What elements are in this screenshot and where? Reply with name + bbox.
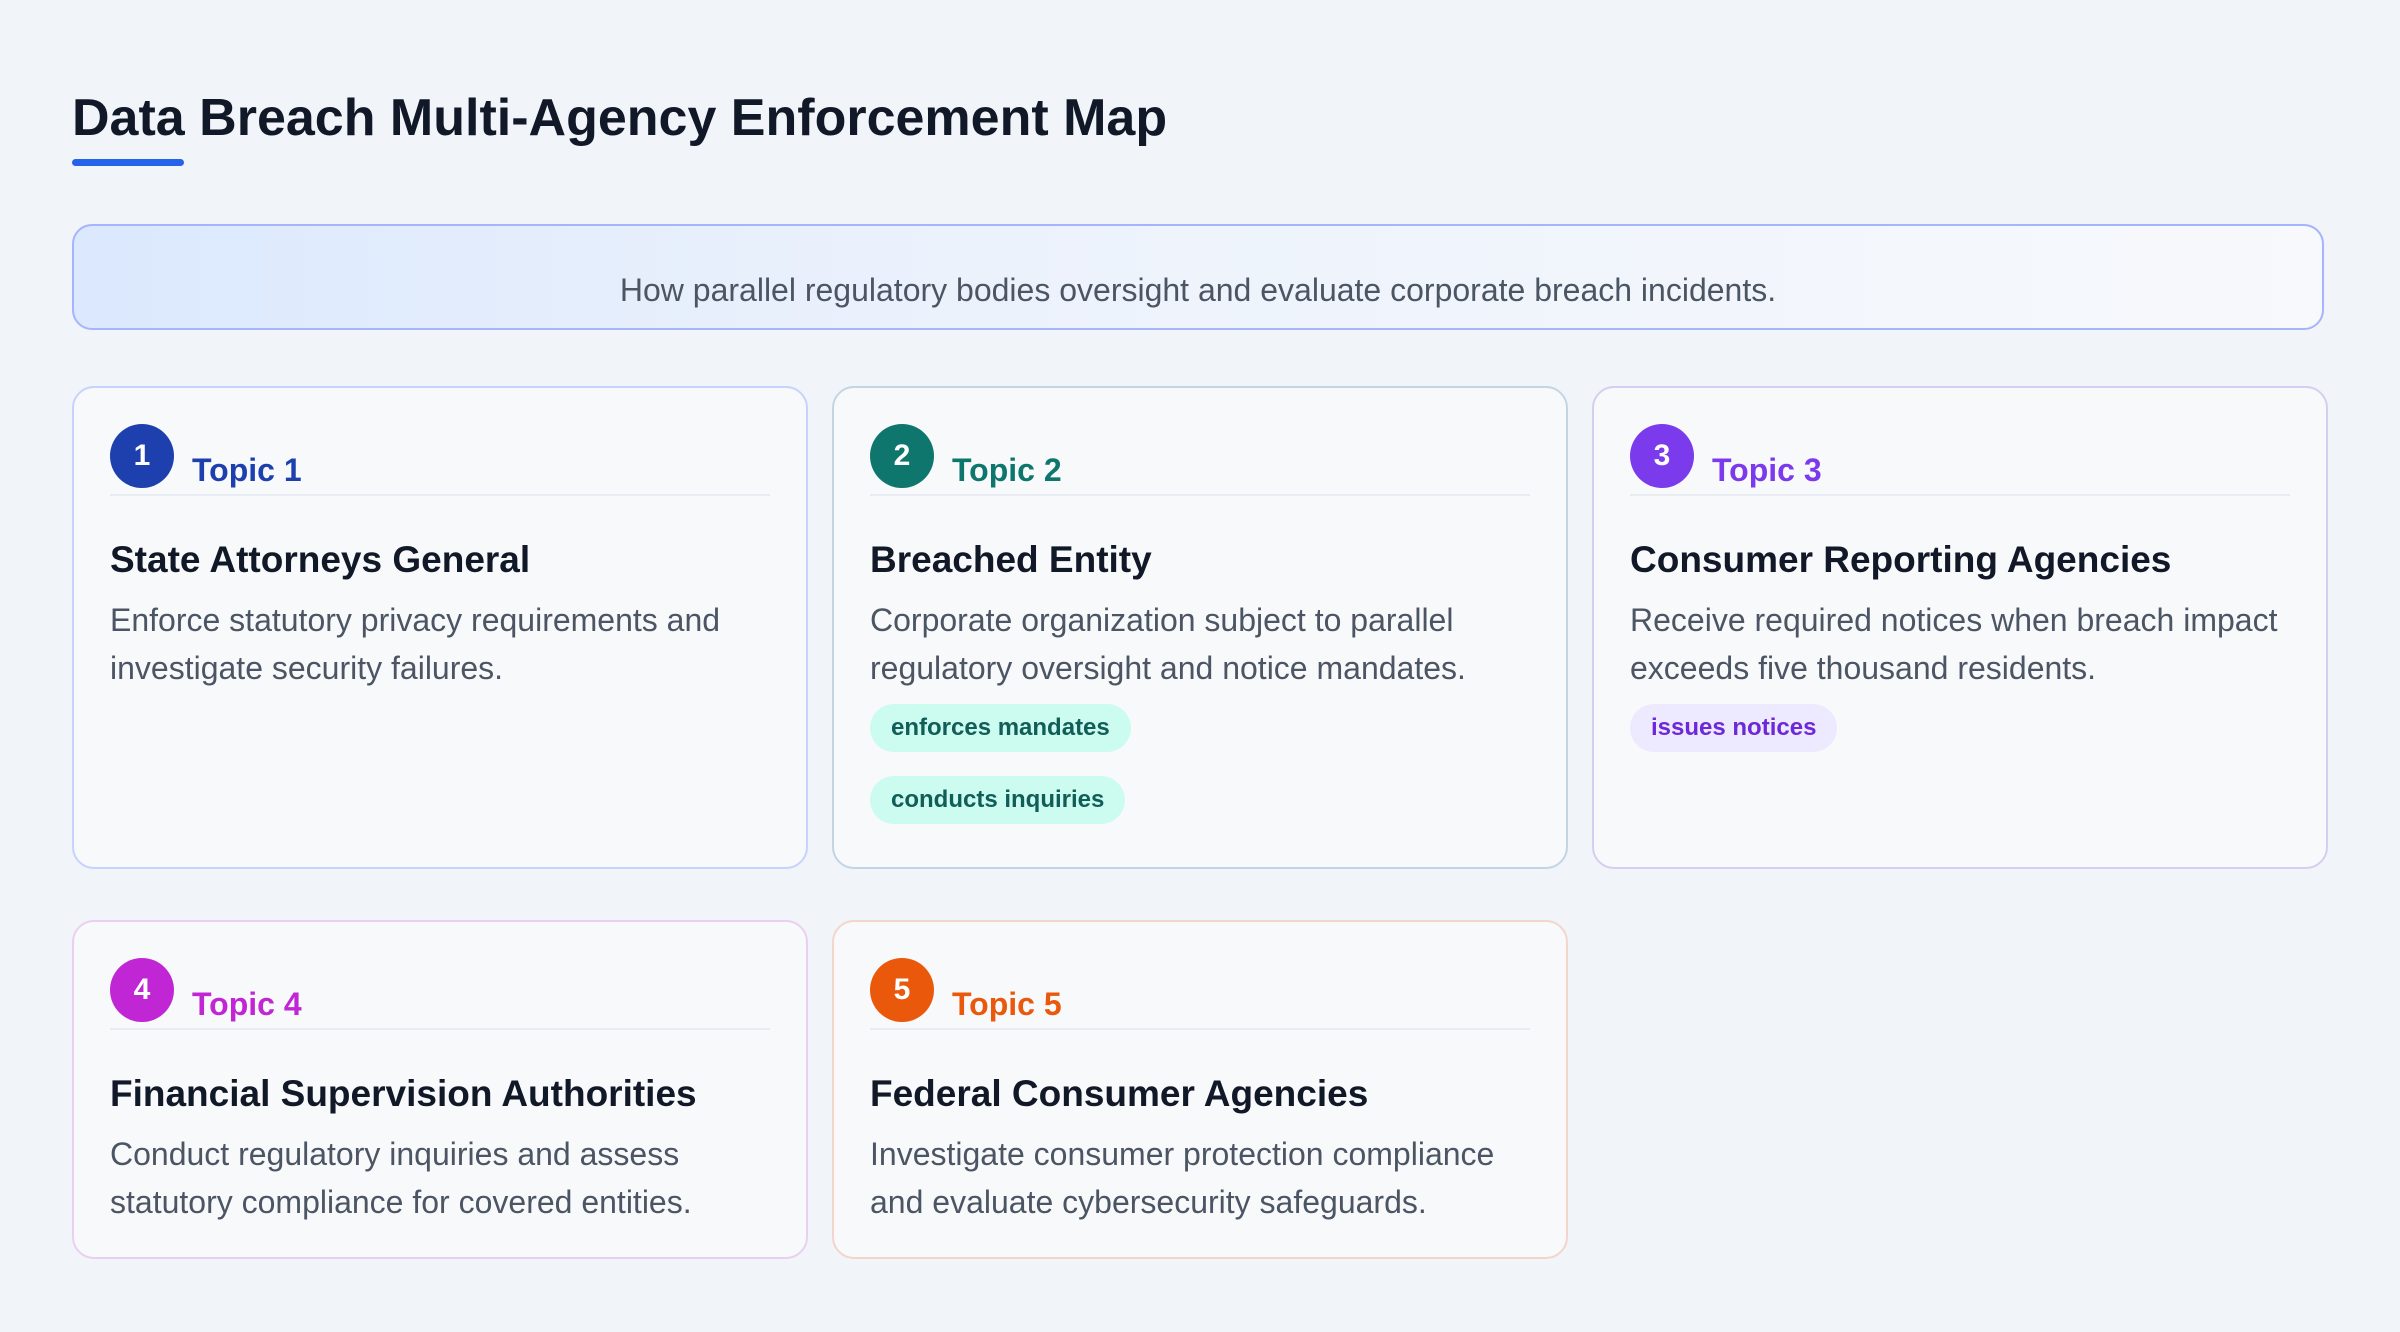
subtitle-text: How parallel regulatory bodies oversight… xyxy=(619,272,1777,308)
relation-tag: enforces mandates xyxy=(870,704,1131,752)
subtitle-banner: How parallel regulatory bodies oversight… xyxy=(72,224,2324,330)
topic-number-badge: 2 xyxy=(870,424,934,488)
topic-label: Topic 1 xyxy=(192,452,302,488)
topic-number-badge: 1 xyxy=(110,424,174,488)
topic-number-badge: 5 xyxy=(870,958,934,1022)
topic-description: Receive required notices when breach imp… xyxy=(1630,602,2278,686)
topic-title: Federal Consumer Agencies xyxy=(870,1073,1369,1114)
title-underline xyxy=(72,159,184,166)
topic-description: Corporate organization subject to parall… xyxy=(870,602,1466,686)
topic-card-header: 5 Topic 5 xyxy=(870,958,1530,1030)
topic-card-3: 3 Topic 3 Consumer Reporting Agencies Re… xyxy=(1592,386,2328,869)
topic-card-header: 4 Topic 4 xyxy=(110,958,770,1030)
topic-card-1: 1 Topic 1 State Attorneys General Enforc… xyxy=(72,386,808,869)
page-title: Data Breach Multi-Agency Enforcement Map xyxy=(72,89,1168,147)
topic-card-header: 3 Topic 3 xyxy=(1630,424,2290,496)
topic-title: Breached Entity xyxy=(870,539,1152,580)
topic-card-header: 1 Topic 1 xyxy=(110,424,770,496)
topic-card-5: 5 Topic 5 Federal Consumer Agencies Inve… xyxy=(832,920,1568,1259)
topic-card-4: 4 Topic 4 Financial Supervision Authorit… xyxy=(72,920,808,1259)
topic-label: Topic 4 xyxy=(192,986,302,1022)
topic-card-2: 2 Topic 2 Breached Entity Corporate orga… xyxy=(832,386,1568,869)
relation-tag: conducts inquiries xyxy=(870,776,1126,824)
topic-label: Topic 2 xyxy=(952,452,1062,488)
topic-title: State Attorneys General xyxy=(110,539,531,580)
topic-number-badge: 4 xyxy=(110,958,174,1022)
topic-label: Topic 5 xyxy=(952,986,1062,1022)
topic-card-header: 2 Topic 2 xyxy=(870,424,1530,496)
topic-title: Consumer Reporting Agencies xyxy=(1630,539,2172,580)
topic-title: Financial Supervision Authorities xyxy=(110,1073,697,1114)
topic-label: Topic 3 xyxy=(1712,452,1822,488)
topic-description: Enforce statutory privacy requirements a… xyxy=(110,602,721,686)
topic-description: Investigate consumer protection complian… xyxy=(870,1136,1495,1220)
relation-tag: issues notices xyxy=(1630,704,1838,752)
topic-description: Conduct regulatory inquiries and assess … xyxy=(110,1136,692,1220)
topic-number-badge: 3 xyxy=(1630,424,1694,488)
